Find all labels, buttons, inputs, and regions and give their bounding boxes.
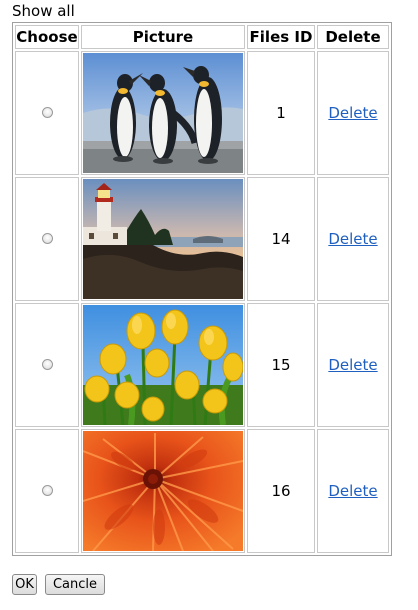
file-id: 14 <box>271 230 291 248</box>
choose-radio[interactable] <box>41 233 53 244</box>
file-id: 15 <box>271 356 291 374</box>
file-id-cell: 15 <box>247 303 315 427</box>
choose-radio[interactable] <box>41 359 53 370</box>
table-row: 1 Delete <box>15 51 389 175</box>
delete-cell: Delete <box>317 303 389 427</box>
delete-cell: Delete <box>317 177 389 301</box>
cancel-button[interactable]: Cancle <box>45 574 105 595</box>
choose-radio[interactable] <box>41 107 53 118</box>
header-choose: Choose <box>15 25 79 49</box>
ok-button[interactable]: OK <box>12 574 37 595</box>
picture-cell <box>81 177 245 301</box>
picture-cell <box>81 429 245 553</box>
delete-link[interactable]: Delete <box>328 356 377 374</box>
lighthouse-photo <box>83 179 243 299</box>
file-id-cell: 1 <box>247 51 315 175</box>
delete-link[interactable]: Delete <box>328 482 377 500</box>
header-files-id: Files ID <box>247 25 315 49</box>
file-id-cell: 14 <box>247 177 315 301</box>
header-delete: Delete <box>317 25 389 49</box>
choose-radio[interactable] <box>41 485 53 496</box>
delete-link[interactable]: Delete <box>328 230 377 248</box>
choose-cell <box>15 429 79 553</box>
table-header-row: Choose Picture Files ID Delete <box>15 25 389 49</box>
show-all-label: Show all <box>12 2 75 20</box>
table-row: 15 Delete <box>15 303 389 427</box>
choose-cell <box>15 51 79 175</box>
table-row: 14 Delete <box>15 177 389 301</box>
delete-cell: Delete <box>317 429 389 553</box>
files-table: Choose Picture Files ID Delete 1 Delete … <box>12 22 392 556</box>
picture-cell <box>81 303 245 427</box>
header-picture: Picture <box>81 25 245 49</box>
table-row: 16 Delete <box>15 429 389 553</box>
file-id: 1 <box>276 104 286 122</box>
file-id: 16 <box>271 482 291 500</box>
delete-link[interactable]: Delete <box>328 104 377 122</box>
penguins-photo <box>83 53 243 173</box>
file-id-cell: 16 <box>247 429 315 553</box>
picture-cell <box>81 51 245 175</box>
choose-cell <box>15 177 79 301</box>
chrysanthemum-photo <box>83 431 243 551</box>
choose-cell <box>15 303 79 427</box>
delete-cell: Delete <box>317 51 389 175</box>
tulips-photo <box>83 305 243 425</box>
